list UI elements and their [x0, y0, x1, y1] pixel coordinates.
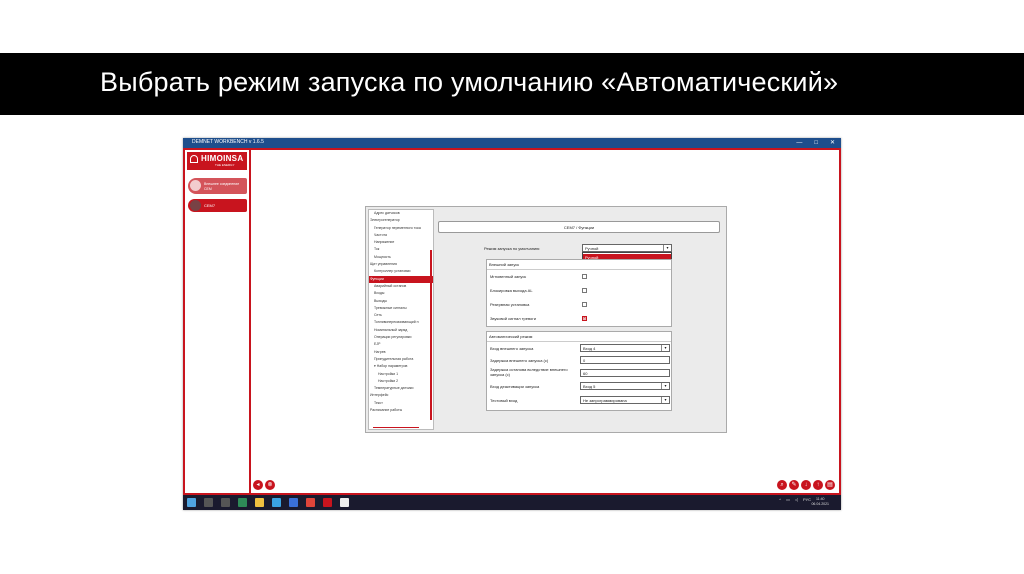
start-deactivation-select[interactable]: Вход 5 ▾: [580, 382, 670, 390]
tray-arrow-icon[interactable]: ^: [779, 497, 781, 502]
window-title: DEMNET WORKBENCH v 1.6.5: [192, 139, 264, 145]
slide-title: Выбрать режим запуска по умолчанию «Авто…: [100, 67, 839, 97]
tree-item[interactable]: Адрес датчиков: [369, 210, 433, 217]
chevron-down-icon: ▾: [661, 397, 669, 403]
tree-horizontal-scrollbar[interactable]: [373, 426, 419, 428]
minimize-icon[interactable]: —: [796, 138, 802, 148]
group-title: Автоматический режим: [487, 332, 671, 342]
chevron-down-icon: ▾: [661, 383, 669, 389]
upload-icon[interactable]: ↑: [813, 480, 823, 490]
settings-panel: Адрес датчиков Электрогенератор Генератор …: [365, 206, 727, 433]
tree-item[interactable]: ▾ Набор параметров: [369, 363, 433, 370]
sidebar-item-label: CEM7: [204, 203, 216, 208]
tree-item[interactable]: Сеть: [369, 312, 433, 319]
connection-icon: [190, 180, 201, 191]
default-mode-select[interactable]: Ручной ▾: [582, 244, 672, 252]
bottom-right-tools: ⌕ ✎ ↓ ↑ ▤: [777, 480, 835, 490]
tree-scrollbar[interactable]: [430, 250, 432, 420]
tree-item[interactable]: Входы: [369, 290, 433, 297]
tree-item[interactable]: Выходы: [369, 298, 433, 305]
tree-item[interactable]: Электрогенератор: [369, 217, 433, 224]
tree-item[interactable]: Настройки 2: [369, 378, 433, 385]
sidebar-item-cem7[interactable]: CEM7: [188, 199, 247, 212]
instant-start-checkbox[interactable]: [582, 274, 587, 279]
auto-mode-group: Автоматический режим Вход внешнего запус…: [486, 331, 672, 411]
external-start-delay-input[interactable]: 0: [580, 356, 670, 364]
window-titlebar: DEMNET WORKBENCH v 1.6.5 — □ ✕: [183, 138, 841, 148]
chevron-down-icon: ▾: [661, 345, 669, 351]
system-tray: ^ ▭ ◁ РУС: [779, 497, 811, 502]
tree-item[interactable]: EJP: [369, 341, 433, 348]
tree-item[interactable]: Щит управления: [369, 261, 433, 268]
tree-item[interactable]: Операции регулировки: [369, 334, 433, 341]
search-icon[interactable]: ⌕: [777, 480, 787, 490]
slide-title-bar: Выбрать режим запуска по умолчанию «Авто…: [0, 53, 1024, 115]
stop-delay-input[interactable]: 60: [580, 369, 670, 377]
pdf-reader-icon[interactable]: [306, 498, 315, 507]
chevron-down-icon: ▾: [663, 245, 671, 251]
tree-item[interactable]: Топливоперекачивающий н: [369, 319, 433, 326]
sidebar: HIMOINSA THE ENERGY Внешнее соединение C…: [185, 150, 251, 493]
tree-item[interactable]: Генератор переменного тока: [369, 225, 433, 232]
external-start-group: Внешний запуск Мгновенный запуск Блокиро…: [486, 259, 672, 327]
device-icon: [190, 200, 201, 211]
al-lock-checkbox[interactable]: [582, 288, 587, 293]
tree-item[interactable]: Настройки 1: [369, 371, 433, 378]
settings-tree: Адрес датчиков Электрогенератор Генератор …: [368, 209, 434, 430]
tree-item[interactable]: Номинальный заряд: [369, 327, 433, 334]
tree-item[interactable]: Мощность: [369, 254, 433, 261]
backup-unit-checkbox[interactable]: [582, 302, 587, 307]
tree-item[interactable]: Функции: [369, 275, 433, 283]
pdf-icon[interactable]: ▤: [825, 480, 835, 490]
search-icon[interactable]: [204, 498, 213, 507]
document-icon[interactable]: [340, 498, 349, 507]
volume-icon[interactable]: ◁: [795, 497, 798, 502]
close-icon[interactable]: ✕: [830, 138, 835, 148]
network-icon[interactable]: ▭: [786, 497, 790, 502]
workbench-icon[interactable]: [323, 498, 332, 507]
tree-item[interactable]: Температурные датчики: [369, 385, 433, 392]
sidebar-item-label: Внешнее соединение CEM: [204, 182, 240, 191]
alarm-sound-checkbox[interactable]: [582, 315, 587, 321]
clock[interactable]: 11:40 06.04.2021: [811, 497, 829, 507]
tree-item[interactable]: Контроллер установки: [369, 268, 433, 275]
tree-item[interactable]: Текст: [369, 400, 433, 407]
tree-item[interactable]: Расписание работы: [369, 407, 433, 414]
word-icon[interactable]: [289, 498, 298, 507]
tree-item[interactable]: Частота: [369, 232, 433, 239]
taskbar: ^ ▭ ◁ РУС 11:40 06.04.2021: [183, 495, 841, 510]
tree-item[interactable]: Напряжение: [369, 239, 433, 246]
app-screenshot: DEMNET WORKBENCH v 1.6.5 — □ ✕ HIMOINSA …: [183, 138, 841, 510]
group-title: Внешний запуск: [487, 260, 671, 270]
maximize-icon[interactable]: □: [814, 138, 818, 148]
test-input-select[interactable]: Не запрограммирована ▾: [580, 396, 670, 404]
taskbar-icons: [187, 498, 349, 507]
tree-item[interactable]: Аварийный останов: [369, 283, 433, 290]
logo-icon: [190, 155, 198, 163]
language-indicator[interactable]: РУС: [803, 497, 811, 502]
bottom-left-tools: ◂ ⊗: [253, 480, 275, 490]
tree-item[interactable]: Интерфейс: [369, 392, 433, 399]
tree-item[interactable]: Нагрев: [369, 349, 433, 356]
folder-icon[interactable]: [255, 498, 264, 507]
clock-date: 06.04.2021: [811, 502, 829, 506]
tree-item[interactable]: Тревожные сигналы: [369, 305, 433, 312]
connect-icon[interactable]: ⊗: [265, 480, 275, 490]
content-header: CEM7 / Функции: [438, 221, 720, 233]
tree-item[interactable]: Ток: [369, 246, 433, 253]
app-frame: HIMOINSA THE ENERGY Внешнее соединение C…: [183, 148, 841, 495]
sidebar-item-external-connection[interactable]: Внешнее соединение CEM: [188, 178, 247, 194]
edge-icon[interactable]: [238, 498, 247, 507]
speaker-icon[interactable]: ◂: [253, 480, 263, 490]
task-view-icon[interactable]: [221, 498, 230, 507]
windows-start-icon[interactable]: [187, 498, 196, 507]
external-start-input-select[interactable]: Вход 4 ▾: [580, 344, 670, 352]
tree-item[interactable]: Принудительная работа: [369, 356, 433, 363]
default-mode-label: Режим запуска по умолчанию:: [484, 246, 541, 251]
chrome-icon[interactable]: [272, 498, 281, 507]
logo: HIMOINSA THE ENERGY: [187, 152, 247, 170]
download-icon[interactable]: ↓: [801, 480, 811, 490]
edit-icon[interactable]: ✎: [789, 480, 799, 490]
window-controls: — □ ✕: [796, 138, 835, 148]
